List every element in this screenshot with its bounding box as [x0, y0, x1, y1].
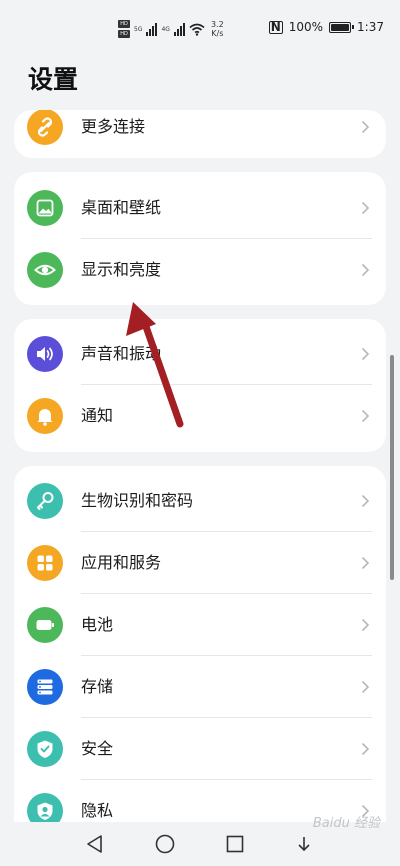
storage-icon — [27, 669, 63, 705]
battery-icon — [329, 21, 355, 33]
chevron-right-icon — [361, 742, 370, 756]
settings-item-display-brightness[interactable]: 显示和亮度 — [14, 239, 386, 301]
chevron-right-icon — [361, 120, 370, 134]
settings-item-notifications[interactable]: 通知 — [14, 385, 386, 447]
settings-item-security[interactable]: 安全 — [14, 718, 386, 780]
key-icon — [27, 483, 63, 519]
settings-item-battery[interactable]: 电池 — [14, 594, 386, 656]
network-type-1: 5G — [134, 25, 143, 33]
settings-item-sound-vibration[interactable]: 声音和振动 — [14, 323, 386, 385]
settings-item-label: 桌面和壁纸 — [81, 198, 162, 217]
settings-group-display: 桌面和壁纸 显示和亮度 — [14, 172, 386, 305]
speaker-icon — [27, 336, 63, 372]
settings-item-label: 更多连接 — [81, 117, 146, 136]
recent-apps-icon[interactable] — [223, 832, 247, 856]
chevron-right-icon — [361, 347, 370, 361]
chevron-right-icon — [361, 556, 370, 570]
speed-value: 3.2 — [210, 20, 224, 29]
settings-item-label: 存储 — [81, 677, 114, 696]
network-speed: 3.2 K/s — [211, 20, 224, 38]
settings-item-label: 隐私 — [81, 801, 114, 820]
settings-item-label: 安全 — [81, 739, 114, 758]
battery-icon — [27, 607, 63, 643]
page-title: 设置 — [28, 65, 79, 94]
privacy-icon — [27, 793, 63, 822]
signal-icon-1 — [146, 22, 158, 36]
battery-percent: 100% — [288, 20, 324, 34]
settings-item-label: 电池 — [81, 615, 114, 634]
settings-item-label: 应用和服务 — [81, 553, 162, 572]
settings-item-more-connections[interactable]: 更多连接 — [14, 110, 386, 158]
chevron-right-icon — [361, 494, 370, 508]
settings-item-wallpaper[interactable]: 桌面和壁纸 — [14, 177, 386, 239]
watermark: Baidu 经验 — [312, 816, 380, 831]
settings-item-label: 声音和振动 — [81, 344, 162, 363]
clock: 1:37 — [357, 20, 384, 34]
chevron-right-icon — [361, 618, 370, 632]
network-type-2: 4G — [161, 25, 170, 33]
chevron-right-icon — [361, 409, 370, 423]
bell-icon — [27, 398, 63, 434]
status-bar: HD HD 5G 4G 3.2 K/s N 100% 1:37 — [0, 0, 400, 58]
chevron-right-icon — [361, 263, 370, 277]
settings-item-storage[interactable]: 存储 — [14, 656, 386, 718]
speed-unit: K/s — [211, 29, 224, 38]
hd-badge-1: HD — [118, 20, 130, 28]
nfc-icon: N — [268, 19, 283, 34]
settings-group-sound: 声音和振动 通知 — [14, 319, 386, 452]
back-icon[interactable] — [83, 832, 107, 856]
shield-icon — [27, 731, 63, 767]
eye-icon — [27, 252, 63, 288]
settings-group-connections: 更多连接 — [14, 110, 386, 158]
wallpaper-icon — [27, 190, 63, 226]
settings-item-label: 显示和亮度 — [81, 260, 162, 279]
home-icon[interactable] — [153, 832, 177, 856]
chevron-right-icon — [361, 680, 370, 694]
signal-icon-2 — [173, 22, 185, 36]
hd-icons: HD HD — [118, 20, 130, 38]
link-icon — [27, 110, 63, 145]
wifi-icon — [189, 23, 205, 36]
settings-item-label: 通知 — [81, 406, 114, 425]
hd-badge-2: HD — [118, 30, 130, 38]
settings-item-apps-services[interactable]: 应用和服务 — [14, 532, 386, 594]
chevron-right-icon — [361, 201, 370, 215]
settings-item-biometrics-password[interactable]: 生物识别和密码 — [14, 470, 386, 532]
download-arrow-icon[interactable] — [292, 832, 316, 856]
apps-icon — [27, 545, 63, 581]
settings-item-label: 生物识别和密码 — [81, 491, 194, 510]
settings-group-system: 生物识别和密码 应用和服务 电池 存储 安全 隐私 — [14, 466, 386, 822]
scrollbar[interactable] — [390, 355, 394, 580]
